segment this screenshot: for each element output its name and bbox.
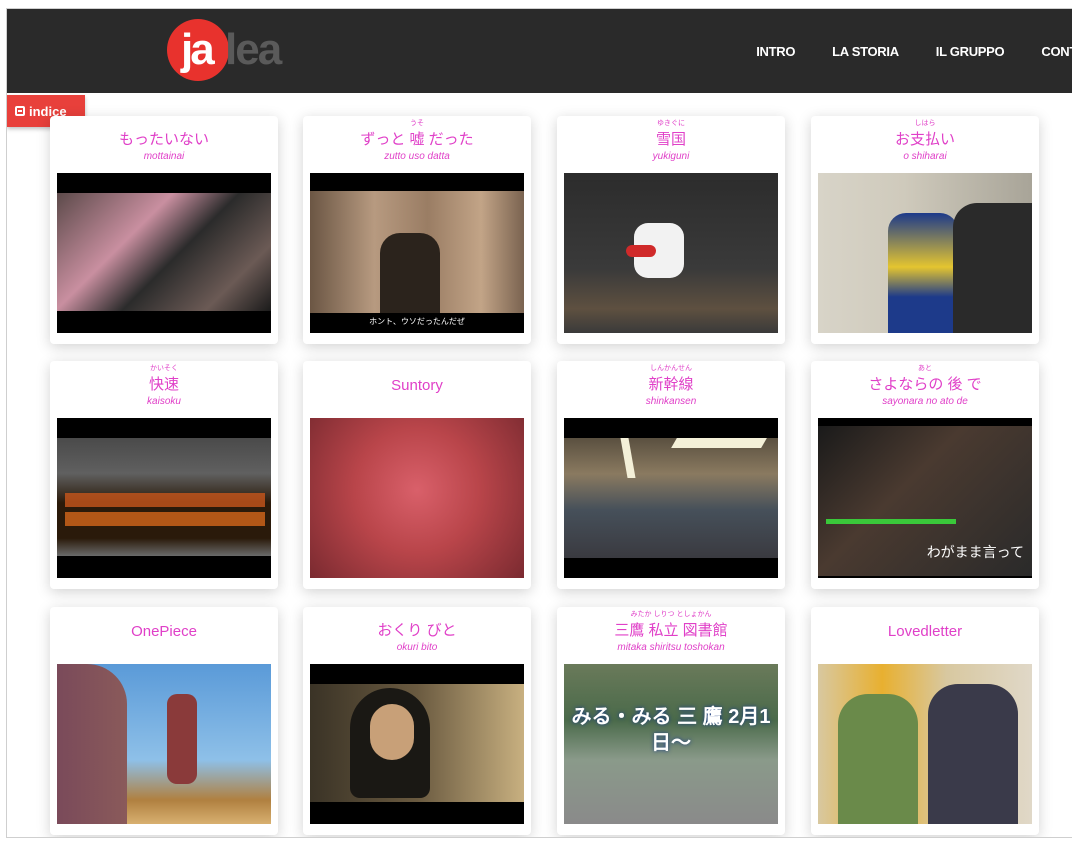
red-scarf [626, 245, 656, 257]
video-card[interactable]: うそ ずっと 嘘 だった zutto uso datta ホント、ウソだったんだ… [303, 116, 531, 344]
woman-figure [838, 694, 918, 824]
video-card[interactable]: OnePiece [50, 607, 278, 835]
video-thumbnail[interactable] [818, 664, 1032, 824]
collapse-icon [15, 106, 25, 116]
character-figure [167, 694, 197, 784]
video-thumbnail[interactable] [564, 418, 778, 578]
card-ruby: かいそく [150, 365, 178, 372]
card-ruby: あと [918, 365, 932, 372]
video-card[interactable]: しんかんせん 新幹線 shinkansen [557, 361, 785, 589]
guitarist-figure [380, 233, 440, 313]
card-ruby: ゆきぐに [657, 120, 685, 127]
card-title: さよならの 後 で [868, 376, 982, 393]
card-title: お支払い [894, 131, 955, 148]
thumbnail-image [310, 418, 524, 578]
video-card[interactable]: ゆきぐに 雪国 yukiguni [557, 116, 785, 344]
man-figure [928, 684, 1018, 824]
card-title: 雪国 [655, 131, 686, 148]
card-ruby: うそ [410, 120, 424, 127]
card-romaji: kaisoku [147, 396, 181, 407]
card-ruby: しはら [914, 120, 936, 127]
menu-item-il-gruppo[interactable]: IL GRUPPO [936, 44, 1005, 59]
card-title: OnePiece [131, 623, 197, 640]
video-thumbnail[interactable] [57, 664, 271, 824]
video-card[interactable]: Lovedletter [811, 607, 1039, 835]
video-thumbnail[interactable] [818, 173, 1032, 333]
card-ruby: みたか しりつ としょかん [630, 611, 712, 618]
train-info-sign [65, 512, 265, 526]
video-thumbnail[interactable]: みる・みる 三 鷹 2月1日〜 [564, 664, 778, 824]
man-dark-suit [953, 203, 1032, 333]
card-ruby: しんかんせん [650, 365, 692, 372]
logo-text-primary: ja [181, 25, 215, 74]
card-title: 新幹線 [648, 376, 694, 393]
card-romaji: shinkansen [645, 396, 697, 407]
video-thumbnail[interactable] [57, 418, 271, 578]
video-thumbnail[interactable] [310, 418, 524, 578]
tree-trunk [57, 664, 127, 824]
card-romaji: okuri bito [396, 642, 438, 653]
logo-text-secondary: lea [225, 25, 282, 74]
woman-face [370, 704, 414, 760]
card-title: Suntory [391, 377, 443, 394]
menu-item-intro[interactable]: INTRO [756, 44, 795, 59]
rapid-tokyo-sign [65, 493, 265, 507]
video-thumbnail[interactable]: ホント、ウソだったんだぜ [310, 173, 524, 333]
video-card[interactable]: Suntory [303, 361, 531, 589]
thumbnail-caption: わがまま言って [926, 544, 1024, 560]
browser-viewport: ja lea INTRO LA STORIA IL GRUPPO CONT in… [6, 8, 1072, 838]
video-card[interactable]: しはら お支払い o shiharai [811, 116, 1039, 344]
menu-item-la-storia[interactable]: LA STORIA [832, 44, 899, 59]
video-thumbnail[interactable] [564, 173, 778, 333]
card-romaji: zutto uso datta [384, 151, 450, 162]
video-card[interactable]: あと さよならの 後 で sayonara no ato de わがまま言って [811, 361, 1039, 589]
main-menu: INTRO LA STORIA IL GRUPPO CONT [719, 9, 1072, 93]
video-card[interactable]: おくり びと okuri bito [303, 607, 531, 835]
card-title: もったいない [118, 131, 209, 148]
video-card[interactable]: もったいない mottainai [50, 116, 278, 344]
thumbnail-image [57, 193, 271, 311]
site-logo[interactable]: ja lea [167, 19, 287, 85]
thumbnail-caption: みる・みる 三 鷹 2月1日〜 [571, 706, 771, 754]
video-thumbnail[interactable] [310, 664, 524, 824]
card-romaji: mottainai [143, 151, 185, 162]
top-navigation-bar: ja lea INTRO LA STORIA IL GRUPPO CONT [7, 9, 1072, 93]
card-ruby [50, 119, 278, 128]
card-romaji: mitaka shiritsu toshokan [617, 642, 725, 653]
card-title: 快速 [148, 376, 179, 393]
card-romaji: sayonara no ato de [882, 396, 968, 407]
thumbnail-caption: ホント、ウソだったんだぜ [369, 317, 465, 326]
card-romaji: o shiharai [903, 151, 947, 162]
menu-item-contatti[interactable]: CONT [1041, 44, 1072, 59]
card-title: おくり びと [377, 622, 457, 639]
card-title: ずっと 嘘 だった [360, 131, 474, 148]
card-romaji: yukiguni [652, 151, 690, 162]
thumbnail-image [564, 438, 778, 558]
ceiling-light [671, 438, 767, 448]
card-title: 三鷹 私立 図書館 [614, 622, 728, 639]
video-card[interactable]: かいそく 快速 kaisoku [50, 361, 278, 589]
video-card[interactable]: みたか しりつ としょかん 三鷹 私立 図書館 mitaka shiritsu … [557, 607, 785, 835]
video-thumbnail[interactable]: わがまま言って [818, 418, 1032, 578]
green-subtitle [826, 514, 976, 530]
video-thumbnail[interactable] [57, 173, 271, 333]
man-blue-uniform [888, 213, 958, 333]
card-title: Lovedletter [887, 623, 963, 640]
